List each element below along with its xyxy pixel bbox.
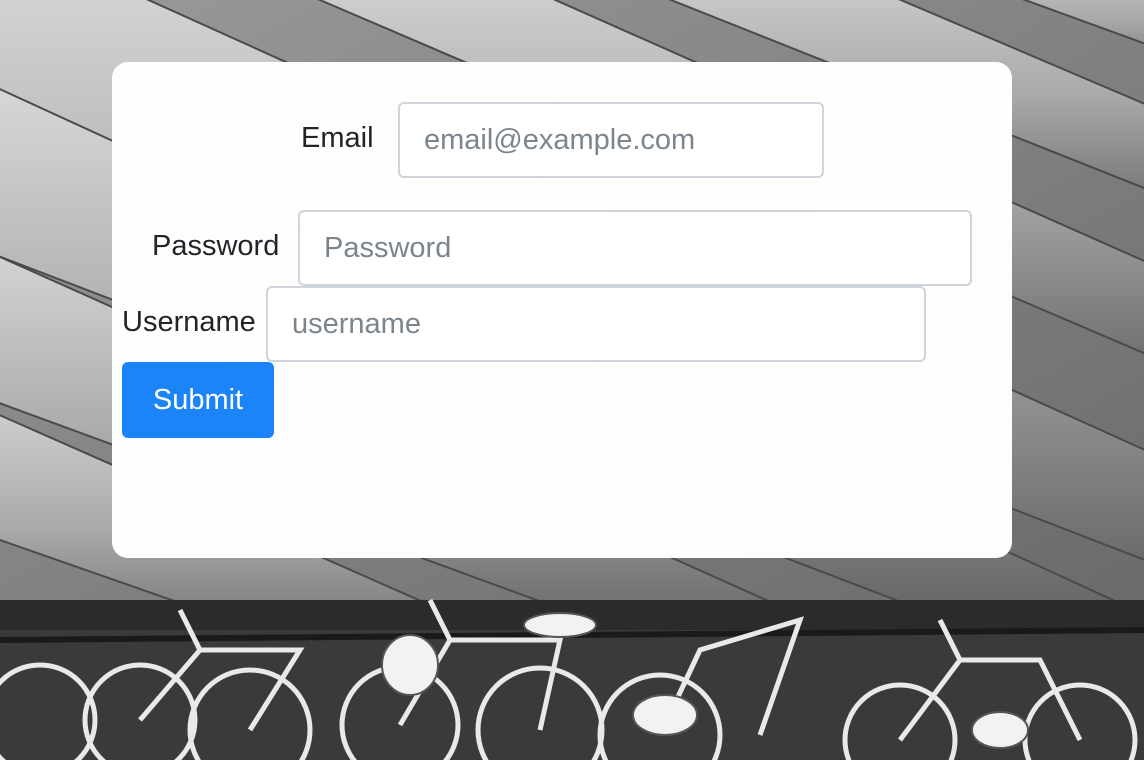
email-label: Email: [301, 122, 374, 154]
submit-button[interactable]: Submit: [122, 362, 274, 438]
password-label: Password: [152, 230, 280, 262]
username-input[interactable]: [266, 286, 926, 362]
password-input[interactable]: [298, 210, 972, 286]
username-label: Username: [122, 306, 256, 338]
form-card: Email Password Username Submit: [112, 62, 1012, 558]
email-input[interactable]: [398, 102, 824, 178]
